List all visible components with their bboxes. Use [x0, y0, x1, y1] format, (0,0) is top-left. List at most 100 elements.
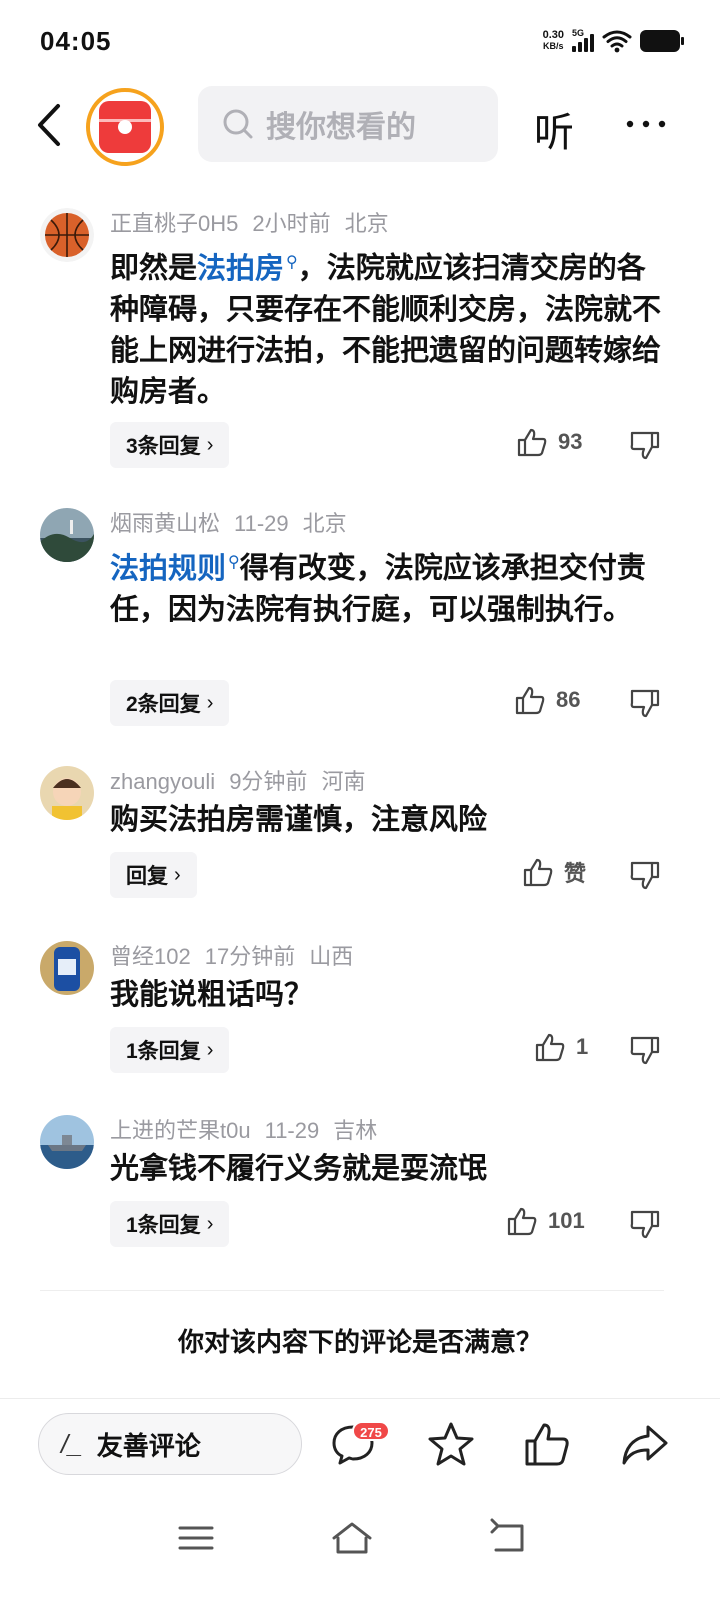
pen-icon: /_ [61, 1428, 83, 1459]
comment-time: 9分钟前 [229, 769, 308, 794]
comment-item: zhangyouli 9分钟前 河南 购买法拍房需谨慎，注意风险 回复 › 赞 [0, 754, 720, 924]
app-logo[interactable] [86, 88, 164, 166]
comment-time: 11-29 [234, 511, 289, 536]
like-count: 93 [558, 429, 583, 454]
comment-username[interactable]: 曾经102 [110, 944, 191, 969]
comment-time: 2小时前 [252, 211, 331, 236]
cellular-signal-icon: 5G [572, 28, 594, 52]
search-small-icon: ⚲ [286, 254, 298, 271]
reply-label: 1条回复 [126, 1040, 201, 1063]
network-speed-unit: KB/s [543, 41, 564, 51]
search-placeholder: 搜你想看的 [266, 111, 416, 144]
comment-location: 北京 [344, 211, 389, 236]
reply-label: 回复 [126, 865, 168, 888]
back-nav-icon[interactable] [484, 1514, 532, 1562]
star-icon[interactable] [426, 1419, 476, 1469]
wifi-icon [602, 30, 632, 53]
comment-meta: 曾经102 17分钟前 山西 [110, 939, 367, 971]
chevron-right-icon: › [206, 1212, 214, 1235]
status-time: 04:05 [40, 26, 112, 56]
reply-button[interactable]: 2条回复 › [110, 680, 230, 726]
thumbs-down-icon[interactable] [628, 1033, 662, 1067]
thumbs-up-icon [535, 1033, 565, 1062]
comment-text: 光拿钱不履行义务就是耍流氓 [110, 1153, 488, 1185]
comment-meta: zhangyouli 9分钟前 河南 [110, 764, 379, 796]
comment-text: 购买法拍房需谨慎，注意风险 [110, 804, 488, 836]
comment-text-before: 即然是 [110, 252, 198, 285]
toutiao-logo-icon [99, 101, 151, 153]
thumbs-down-icon[interactable] [628, 428, 662, 462]
chevron-right-icon: › [206, 433, 214, 456]
landscape-avatar[interactable] [40, 508, 94, 562]
reply-label: 2条回复 [126, 693, 201, 716]
thumbs-down-icon[interactable] [628, 1207, 662, 1241]
bottom-action-bar: /_ 友善评论 275 [0, 1398, 720, 1494]
top-header: 搜你想看的 听 [0, 84, 720, 166]
reply-button[interactable]: 3条回复 › [110, 422, 230, 468]
search-small-icon: ⚲ [228, 554, 240, 571]
comment-text: 我能说粗话吗？ [110, 979, 314, 1011]
system-nav-bar [0, 1494, 720, 1608]
comment-text: 法拍规则 ⚲得有改变，法院应该承担交付责任，因为法院有执行庭，可以强制执行。 [110, 542, 670, 631]
comment-meta: 上进的芒果t0u 11-29 吉林 [110, 1113, 391, 1145]
thumbs-down-icon[interactable] [628, 686, 662, 720]
back-button[interactable] [28, 98, 72, 152]
comment-time: 11-29 [264, 1118, 320, 1143]
comment-location: 吉林 [333, 1118, 378, 1143]
thumbs-down-icon[interactable] [628, 858, 662, 892]
battery-icon [640, 30, 684, 52]
comment-text: 即然是法拍房 ⚲，法院就应该扫清交房的各种障碍，只要存在不能顺利交房，法院就不能上… [110, 242, 670, 413]
network-type: 5G [572, 28, 585, 38]
basketball-avatar[interactable] [40, 208, 94, 262]
comment-survey-question: 你对该内容下的评论是否满意？ [177, 1327, 542, 1357]
comment-username[interactable]: zhangyouli [110, 769, 215, 794]
comment-item: 曾经102 17分钟前 山西 我能说粗话吗？ 1条回复 › 1 [0, 929, 720, 1099]
comment-item: 烟雨黄山松 11-29 北京 法拍规则 ⚲得有改变，法院应该承担交付责任，因为法院有执… [0, 496, 720, 746]
reply-label: 1条回复 [126, 1214, 201, 1237]
home-icon[interactable] [328, 1514, 376, 1562]
child-avatar[interactable] [40, 766, 94, 820]
comment-input[interactable]: /_ 友善评论 [38, 1413, 302, 1475]
chevron-right-icon: › [206, 691, 214, 714]
comment-username[interactable]: 上进的芒果t0u [110, 1118, 251, 1143]
search-input[interactable]: 搜你想看的 [198, 86, 498, 162]
network-speed-value: 0.30 [542, 29, 564, 41]
reply-button[interactable]: 回复 › [110, 852, 197, 898]
topic-link[interactable]: 法拍规则 ⚲ [110, 553, 240, 585]
status-indicators: 0.30 KB/s 5G [543, 26, 684, 56]
topic-link-text: 法拍房 [197, 252, 285, 285]
more-horizontal-icon[interactable] [622, 104, 670, 144]
like-count: 86 [556, 687, 581, 712]
like-button[interactable]: 赞 [522, 856, 586, 888]
like-count: 赞 [564, 861, 587, 886]
like-button[interactable]: 1 [534, 1031, 588, 1063]
network-speed: 0.30 KB/s [543, 30, 564, 52]
menu-icon[interactable] [172, 1514, 220, 1562]
share-icon[interactable] [620, 1419, 670, 1469]
comment-time: 17分钟前 [204, 944, 296, 969]
like-button[interactable]: 93 [516, 426, 582, 458]
comment-username[interactable]: 烟雨黄山松 [110, 511, 220, 536]
comment-location: 河南 [321, 769, 366, 794]
comment-item: 正直桃子0H5 2小时前 北京 即然是法拍房 ⚲，法院就应该扫清交房的各种障碍，只要存… [0, 196, 720, 486]
topic-link[interactable]: 法拍房 ⚲ [197, 253, 298, 285]
reply-button[interactable]: 1条回复 › [110, 1027, 230, 1073]
search-icon [223, 109, 253, 139]
thumbs-up-icon[interactable] [522, 1419, 572, 1469]
topic-link-text: 法拍规则 [110, 552, 227, 585]
bottle-avatar[interactable] [40, 941, 94, 995]
comment-count-badge: 275 [352, 1421, 390, 1441]
comment-username[interactable]: 正直桃子0H5 [110, 211, 238, 236]
comment-item: 上进的芒果t0u 11-29 吉林 光拿钱不履行义务就是耍流氓 1条回复 › 101 [0, 1103, 720, 1273]
chevron-right-icon: › [206, 1038, 214, 1061]
thumbs-up-icon [507, 1207, 537, 1236]
listen-button[interactable]: 听 [534, 100, 574, 158]
chevron-right-icon: › [174, 863, 181, 886]
ship-avatar[interactable] [40, 1115, 94, 1169]
like-button[interactable]: 101 [506, 1205, 585, 1237]
comment-location: 北京 [302, 511, 347, 536]
reply-button[interactable]: 1条回复 › [110, 1201, 230, 1247]
like-count: 101 [548, 1208, 585, 1233]
like-button[interactable]: 86 [514, 684, 580, 716]
comment-meta: 烟雨黄山松 11-29 北京 [110, 506, 361, 538]
